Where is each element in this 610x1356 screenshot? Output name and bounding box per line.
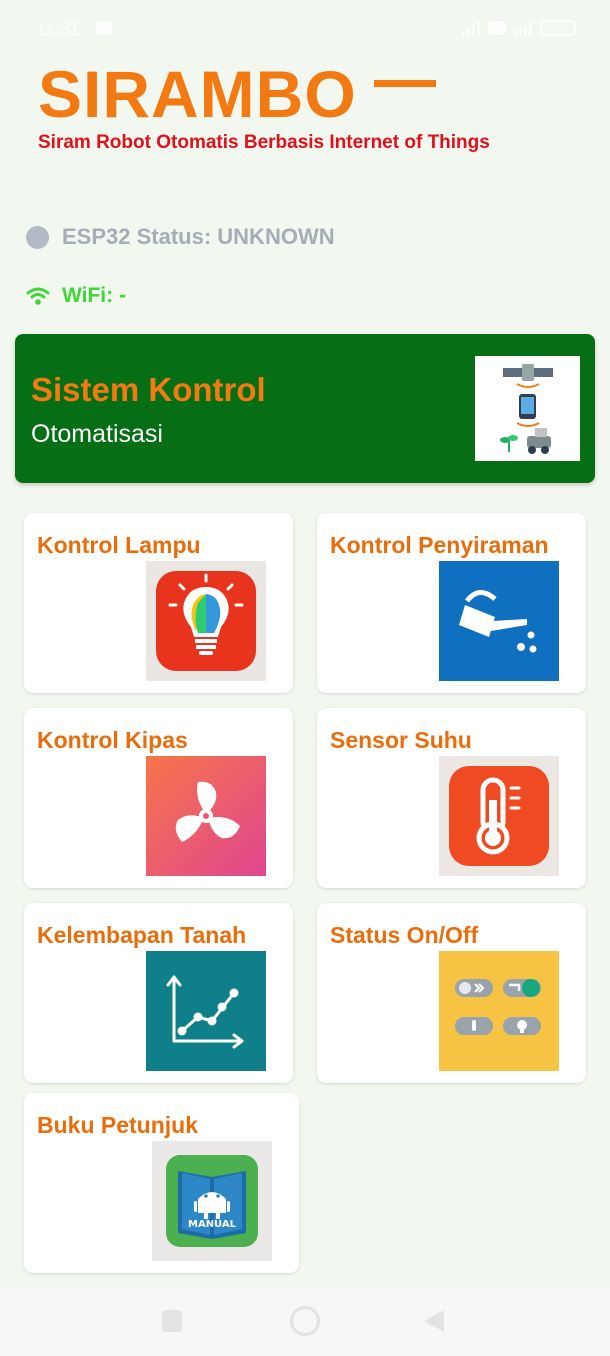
hero-subtitle: Otomatisasi bbox=[31, 420, 163, 448]
menu-card-kelembapan-tanah[interactable]: Kelembapan Tanah bbox=[24, 903, 293, 1083]
wifi-icon bbox=[26, 287, 50, 305]
manual-book-icon: MANUAL bbox=[152, 1141, 272, 1261]
fan-icon bbox=[146, 756, 266, 876]
system-navigation-bar bbox=[0, 1286, 610, 1356]
wifi-status-icon bbox=[488, 21, 506, 35]
menu-card-kontrol-lampu[interactable]: Kontrol Lampu bbox=[24, 513, 293, 693]
line-chart-icon bbox=[146, 951, 266, 1071]
menu-card-sensor-suhu[interactable]: Sensor Suhu bbox=[317, 708, 586, 888]
esp32-status-label: ESP32 Status: UNKNOWN bbox=[62, 224, 335, 249]
menu-card-status-on-off[interactable]: Status On/Off bbox=[317, 903, 586, 1083]
menu-card-label: Kelembapan Tanah bbox=[37, 922, 247, 948]
cell-signal-icon bbox=[462, 20, 480, 36]
app-screen: 11:31 100 SIRAMBO Siram Robot Otomatis B… bbox=[0, 0, 610, 1356]
system-indicators: 100 bbox=[462, 20, 576, 36]
recent-apps-button[interactable] bbox=[162, 1310, 182, 1332]
menu-card-label: Buku Petunjuk bbox=[37, 1112, 199, 1138]
menu-card-kontrol-penyiraman[interactable]: Kontrol Penyiraman bbox=[317, 513, 586, 693]
control-system-card[interactable]: Sistem Kontrol Otomatisasi bbox=[15, 334, 595, 483]
menu-card-label: Status On/Off bbox=[330, 922, 479, 948]
menu-card-label: Kontrol Penyiraman bbox=[330, 532, 549, 558]
battery-icon: 100 bbox=[540, 20, 576, 36]
title-decoration bbox=[374, 80, 436, 87]
wifi-status-label: WiFi: - bbox=[62, 284, 126, 307]
menu-card-buku-petunjuk[interactable]: Buku Petunjuk MANUAL bbox=[24, 1093, 299, 1273]
menu-card-kontrol-kipas[interactable]: Kontrol Kipas bbox=[24, 708, 293, 888]
home-button[interactable] bbox=[290, 1306, 320, 1336]
status-dot-icon bbox=[26, 225, 49, 249]
wifi-status: WiFi: - bbox=[26, 284, 126, 308]
thermometer-icon bbox=[439, 756, 559, 876]
back-button[interactable] bbox=[424, 1310, 444, 1332]
app-title: SIRAMBO bbox=[38, 57, 357, 131]
menu-card-label: Kontrol Lampu bbox=[37, 532, 201, 558]
system-status-bar: 11:31 100 bbox=[0, 0, 610, 58]
toggle-switches-icon bbox=[439, 951, 559, 1071]
esp32-status: ESP32 Status: UNKNOWN bbox=[26, 224, 335, 250]
chat-notification-icon bbox=[96, 21, 112, 35]
satellite-robot-icon bbox=[475, 356, 580, 461]
app-subtitle: Siram Robot Otomatis Berbasis Internet o… bbox=[38, 132, 490, 153]
manual-badge-label: MANUAL bbox=[188, 1219, 236, 1230]
menu-card-label: Sensor Suhu bbox=[330, 727, 472, 753]
clock: 11:31 bbox=[36, 19, 80, 39]
hero-title: Sistem Kontrol bbox=[31, 371, 266, 408]
cell-signal-icon bbox=[514, 20, 532, 36]
menu-card-label: Kontrol Kipas bbox=[37, 727, 188, 753]
lightbulb-icon bbox=[146, 561, 266, 681]
watering-can-icon bbox=[439, 561, 559, 681]
